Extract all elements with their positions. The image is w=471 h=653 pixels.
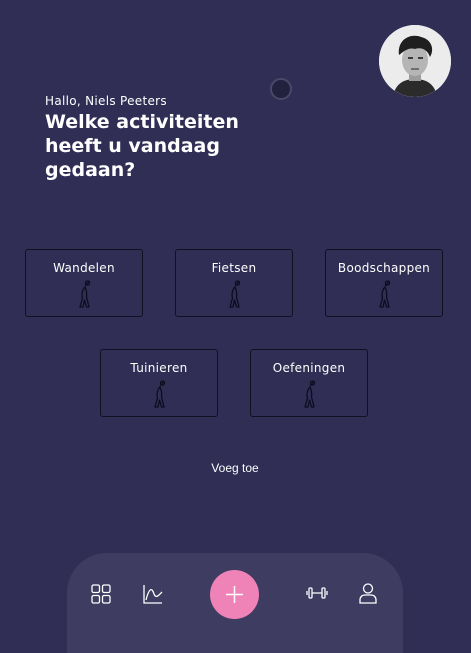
activity-card-tuinieren[interactable]: Tuinieren	[100, 349, 218, 417]
greeting-text: Hallo, Niels Peeters	[45, 94, 167, 108]
activity-card-oefeningen[interactable]: Oefeningen	[250, 349, 368, 417]
activity-label: Boodschappen	[337, 261, 431, 275]
activity-label: Fietsen	[211, 261, 257, 275]
stretching-person-icon	[304, 380, 316, 408]
chart-icon[interactable]	[143, 584, 163, 604]
activity-card-boodschappen[interactable]: Boodschappen	[325, 249, 443, 317]
add-button[interactable]	[210, 570, 259, 619]
profile-avatar[interactable]	[379, 25, 451, 97]
stretching-person-icon	[79, 280, 91, 308]
grid-icon[interactable]	[91, 584, 111, 604]
plus-icon	[226, 586, 243, 603]
activity-card-fietsen[interactable]: Fietsen	[175, 249, 293, 317]
activity-label: Tuinieren	[130, 361, 188, 375]
dumbbell-icon[interactable]	[306, 586, 328, 600]
stretching-person-icon	[229, 280, 241, 308]
activity-label: Oefeningen	[272, 361, 346, 375]
activity-card-wandelen[interactable]: Wandelen	[25, 249, 143, 317]
add-activity-button[interactable]: Voeg toe	[200, 461, 270, 475]
user-icon[interactable]	[359, 583, 377, 604]
page-title: Welke activiteiten heeft u vandaag gedaa…	[45, 111, 239, 181]
status-indicator	[270, 78, 292, 100]
activity-label: Wandelen	[53, 261, 115, 275]
stretching-person-icon	[379, 280, 391, 308]
stretching-person-icon	[154, 380, 166, 408]
